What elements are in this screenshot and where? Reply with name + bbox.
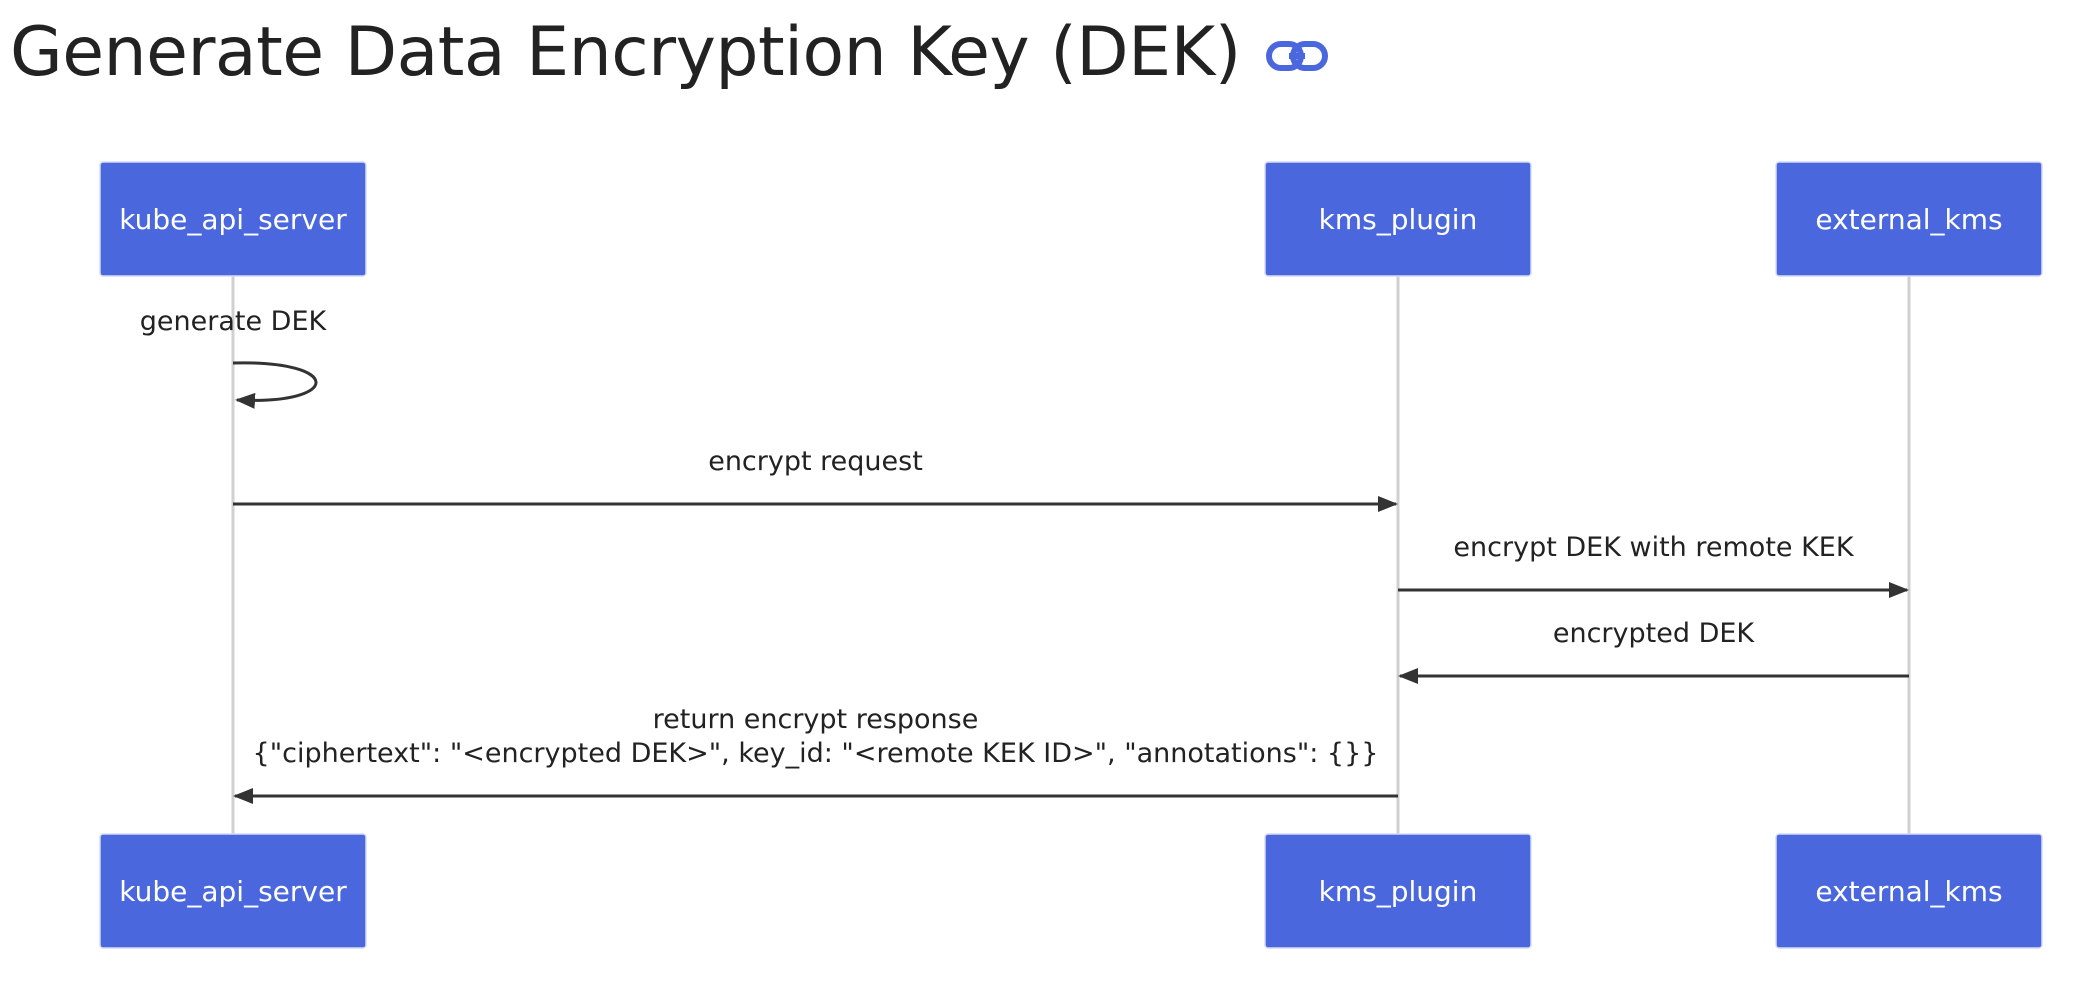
- message-label: encrypt DEK with remote KEK: [1453, 532, 1854, 563]
- message-4: encrypted DEK: [1398, 618, 1909, 684]
- actor-kms_plugin-top[interactable]: kms_plugin: [1264, 161, 1532, 277]
- actor-label: kms_plugin: [1319, 875, 1478, 908]
- actor-label: kube_api_server: [119, 203, 347, 236]
- actor-label: external_kms: [1815, 875, 2002, 908]
- message-3: encrypt DEK with remote KEK: [1398, 532, 1909, 598]
- actor-label: external_kms: [1815, 203, 2002, 236]
- self-arrow: [232, 361, 318, 409]
- messages: generate DEK encrypt request encrypt DEK w…: [140, 306, 1909, 804]
- message-label: generate DEK: [140, 306, 328, 337]
- actor-label: kube_api_server: [119, 875, 347, 908]
- message-label: return encrypt response: [653, 704, 979, 735]
- actor-label: kms_plugin: [1319, 203, 1478, 236]
- actor-kube_api_server-top[interactable]: kube_api_server: [99, 161, 367, 277]
- actor-external_kms-top[interactable]: external_kms: [1775, 161, 2043, 277]
- actor-external_kms-bottom[interactable]: external_kms: [1775, 833, 2043, 949]
- message-2: encrypt request: [233, 446, 1398, 512]
- message-label: encrypt request: [708, 446, 923, 477]
- actor-kms_plugin-bottom[interactable]: kms_plugin: [1264, 833, 1532, 949]
- actor-kube_api_server-bottom[interactable]: kube_api_server: [99, 833, 367, 949]
- sequence-diagram: kube_api_server kube_api_server kms_plugin…: [99, 161, 2043, 949]
- message-label: encrypted DEK: [1553, 618, 1756, 649]
- message-label: {"ciphertext": "<encrypted DEK>", key_id…: [253, 738, 1379, 769]
- message-5: return encrypt response{"ciphertext": "<…: [233, 704, 1398, 804]
